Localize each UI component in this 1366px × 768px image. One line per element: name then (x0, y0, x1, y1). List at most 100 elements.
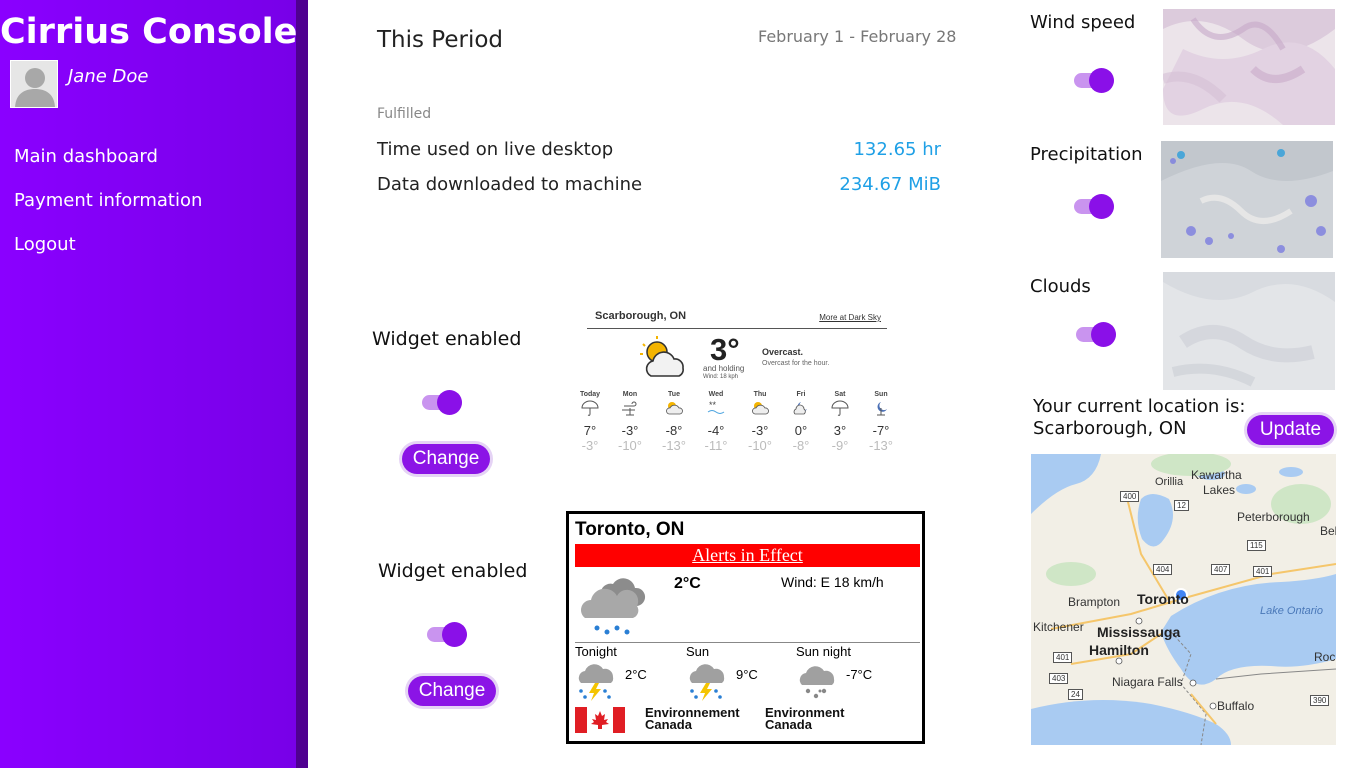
map-label: Brampton (1068, 595, 1121, 609)
layer-label-precipitation: Precipitation (1030, 144, 1143, 165)
update-button[interactable]: Update (1247, 415, 1334, 445)
forecast-day: Sun -7° -13° (869, 391, 893, 453)
map-label: Buffalo (1217, 699, 1255, 713)
envcanada-brand-fr: Environnement Canada (645, 705, 740, 732)
map-label: Kawartha (1191, 468, 1242, 482)
precipitation-map (1161, 141, 1333, 258)
wind-icon (622, 401, 637, 416)
map-label: Roche (1314, 650, 1336, 664)
user-name: Jane Doe (68, 66, 149, 87)
map-label: Toronto (1137, 591, 1189, 607)
period-title: This Period (377, 27, 504, 53)
darksky-condition: Overcast. (762, 347, 804, 357)
forecast-period: Tonight 2°C (575, 644, 685, 706)
forecast-day: Fri 0° -8° (792, 391, 810, 453)
canada-flag-icon (575, 707, 625, 733)
highway-shield: 403 (1049, 673, 1069, 684)
highway-shield: 24 (1068, 689, 1083, 700)
darksky-trend: and holding (703, 364, 745, 373)
location-text: Your current location is: Scarborough, O… (1033, 396, 1246, 439)
umbrella-icon (581, 400, 599, 416)
highway-shield: 390 (1310, 695, 1330, 706)
forecast-day: Tue -8° -13° (662, 391, 686, 453)
widget-toggle[interactable] (422, 388, 464, 416)
sidebar-edge (296, 0, 308, 768)
partly-cloudy-icon (752, 402, 769, 415)
rain-thunder-icon (578, 664, 614, 701)
darksky-temp: 3° (710, 332, 740, 367)
forecast-day: Thu -3° -10° (748, 391, 772, 453)
darksky-wind: Wind: 18 kph (703, 374, 739, 380)
highway-shield: 115 (1247, 540, 1266, 551)
forecast-day: Mon -3° -10° (618, 391, 642, 453)
rain-cloud-icon (581, 578, 646, 635)
alert-banner[interactable]: Alerts in Effect (575, 544, 920, 567)
partly-cloudy-icon (666, 402, 683, 415)
svg-text:**: ** (709, 400, 717, 410)
highway-shield: 12 (1174, 500, 1189, 511)
change-button[interactable]: Change (402, 444, 490, 474)
forecast-day: Sat 3° -9° (831, 391, 849, 453)
darksky-location: Scarborough, ON (595, 310, 687, 322)
rain-thunder-icon (689, 664, 725, 701)
clouds-map (1163, 272, 1335, 390)
highway-shield: 404 (1153, 564, 1173, 575)
map-label: Lake Ontario (1260, 605, 1323, 617)
highway-shield: 407 (1211, 564, 1231, 575)
sidebar (0, 0, 296, 768)
forecast-period: Sun night -7°C (796, 644, 906, 706)
envcanada-temp: 2°C (674, 575, 701, 592)
precipitation-toggle[interactable] (1074, 192, 1116, 220)
period-status: Fulfilled (377, 106, 432, 122)
map-label: Orillia (1155, 476, 1184, 488)
highway-shield: 401 (1253, 566, 1273, 577)
usage-value-time: 132.65 hr (853, 139, 941, 160)
snow-icon: ** (707, 400, 725, 414)
usage-value-data: 234.67 MiB (839, 174, 941, 195)
map-label: Peterborough (1237, 510, 1310, 524)
darksky-widget: Scarborough, ON More at Dark Sky 3° and … (579, 306, 895, 466)
nav-logout[interactable]: Logout (14, 234, 76, 255)
night-cloudy-icon (793, 402, 807, 415)
envcanada-city: Toronto, ON (575, 519, 685, 540)
widget-enabled-label: Widget enabled (378, 560, 528, 582)
envcanada-brand-en: Environment Canada (765, 705, 845, 732)
darksky-link[interactable]: More at Dark Sky (819, 313, 881, 322)
night-wind-icon (877, 402, 887, 416)
usage-label-time: Time used on live desktop (377, 139, 614, 160)
highway-shield: 400 (1120, 491, 1140, 502)
envcanada-widget: Toronto, ON Alerts in Effect 2°C Wind: E… (566, 511, 925, 744)
nav-payment-information[interactable]: Payment information (14, 190, 202, 211)
highway-shield: 401 (1053, 652, 1073, 663)
clouds-toggle[interactable] (1076, 320, 1118, 348)
envcanada-wind: Wind: E 18 km/h (781, 574, 884, 590)
map-label: Kitchener (1033, 620, 1084, 634)
layer-label-clouds: Clouds (1030, 276, 1091, 297)
layer-label-wind: Wind speed (1030, 12, 1136, 33)
period-dates: February 1 - February 28 (758, 27, 957, 46)
map-label: Niagara Falls (1112, 675, 1183, 689)
divider (575, 642, 920, 643)
forecast-day: Wed ** -4° -11° (704, 391, 728, 453)
divider (587, 328, 887, 329)
map-label: Mississauga (1097, 624, 1181, 640)
snow-cloud-icon (799, 666, 835, 699)
map-label: Lakes (1203, 483, 1236, 497)
location-map[interactable]: Orillia Kawartha Lakes Peterborough Bel … (1031, 454, 1336, 745)
darksky-detail: Overcast for the hour. (762, 360, 830, 367)
wind-speed-map (1163, 9, 1335, 125)
avatar (10, 60, 58, 108)
app-title: Cirrius Console (0, 12, 298, 52)
usage-label-data: Data downloaded to machine (377, 174, 643, 195)
change-button[interactable]: Change (408, 676, 496, 706)
widget-enabled-label: Widget enabled (372, 328, 522, 350)
forecast-period: Sun 9°C (686, 644, 796, 706)
partly-cloudy-icon (640, 336, 684, 377)
wind-speed-toggle[interactable] (1074, 66, 1116, 94)
nav-main-dashboard[interactable]: Main dashboard (14, 146, 158, 167)
map-label: Hamilton (1089, 642, 1149, 658)
umbrella-icon (831, 400, 849, 416)
forecast-day: Today 7° -3° (579, 391, 601, 453)
widget-toggle[interactable] (427, 620, 469, 648)
map-label: Bel (1320, 524, 1336, 538)
